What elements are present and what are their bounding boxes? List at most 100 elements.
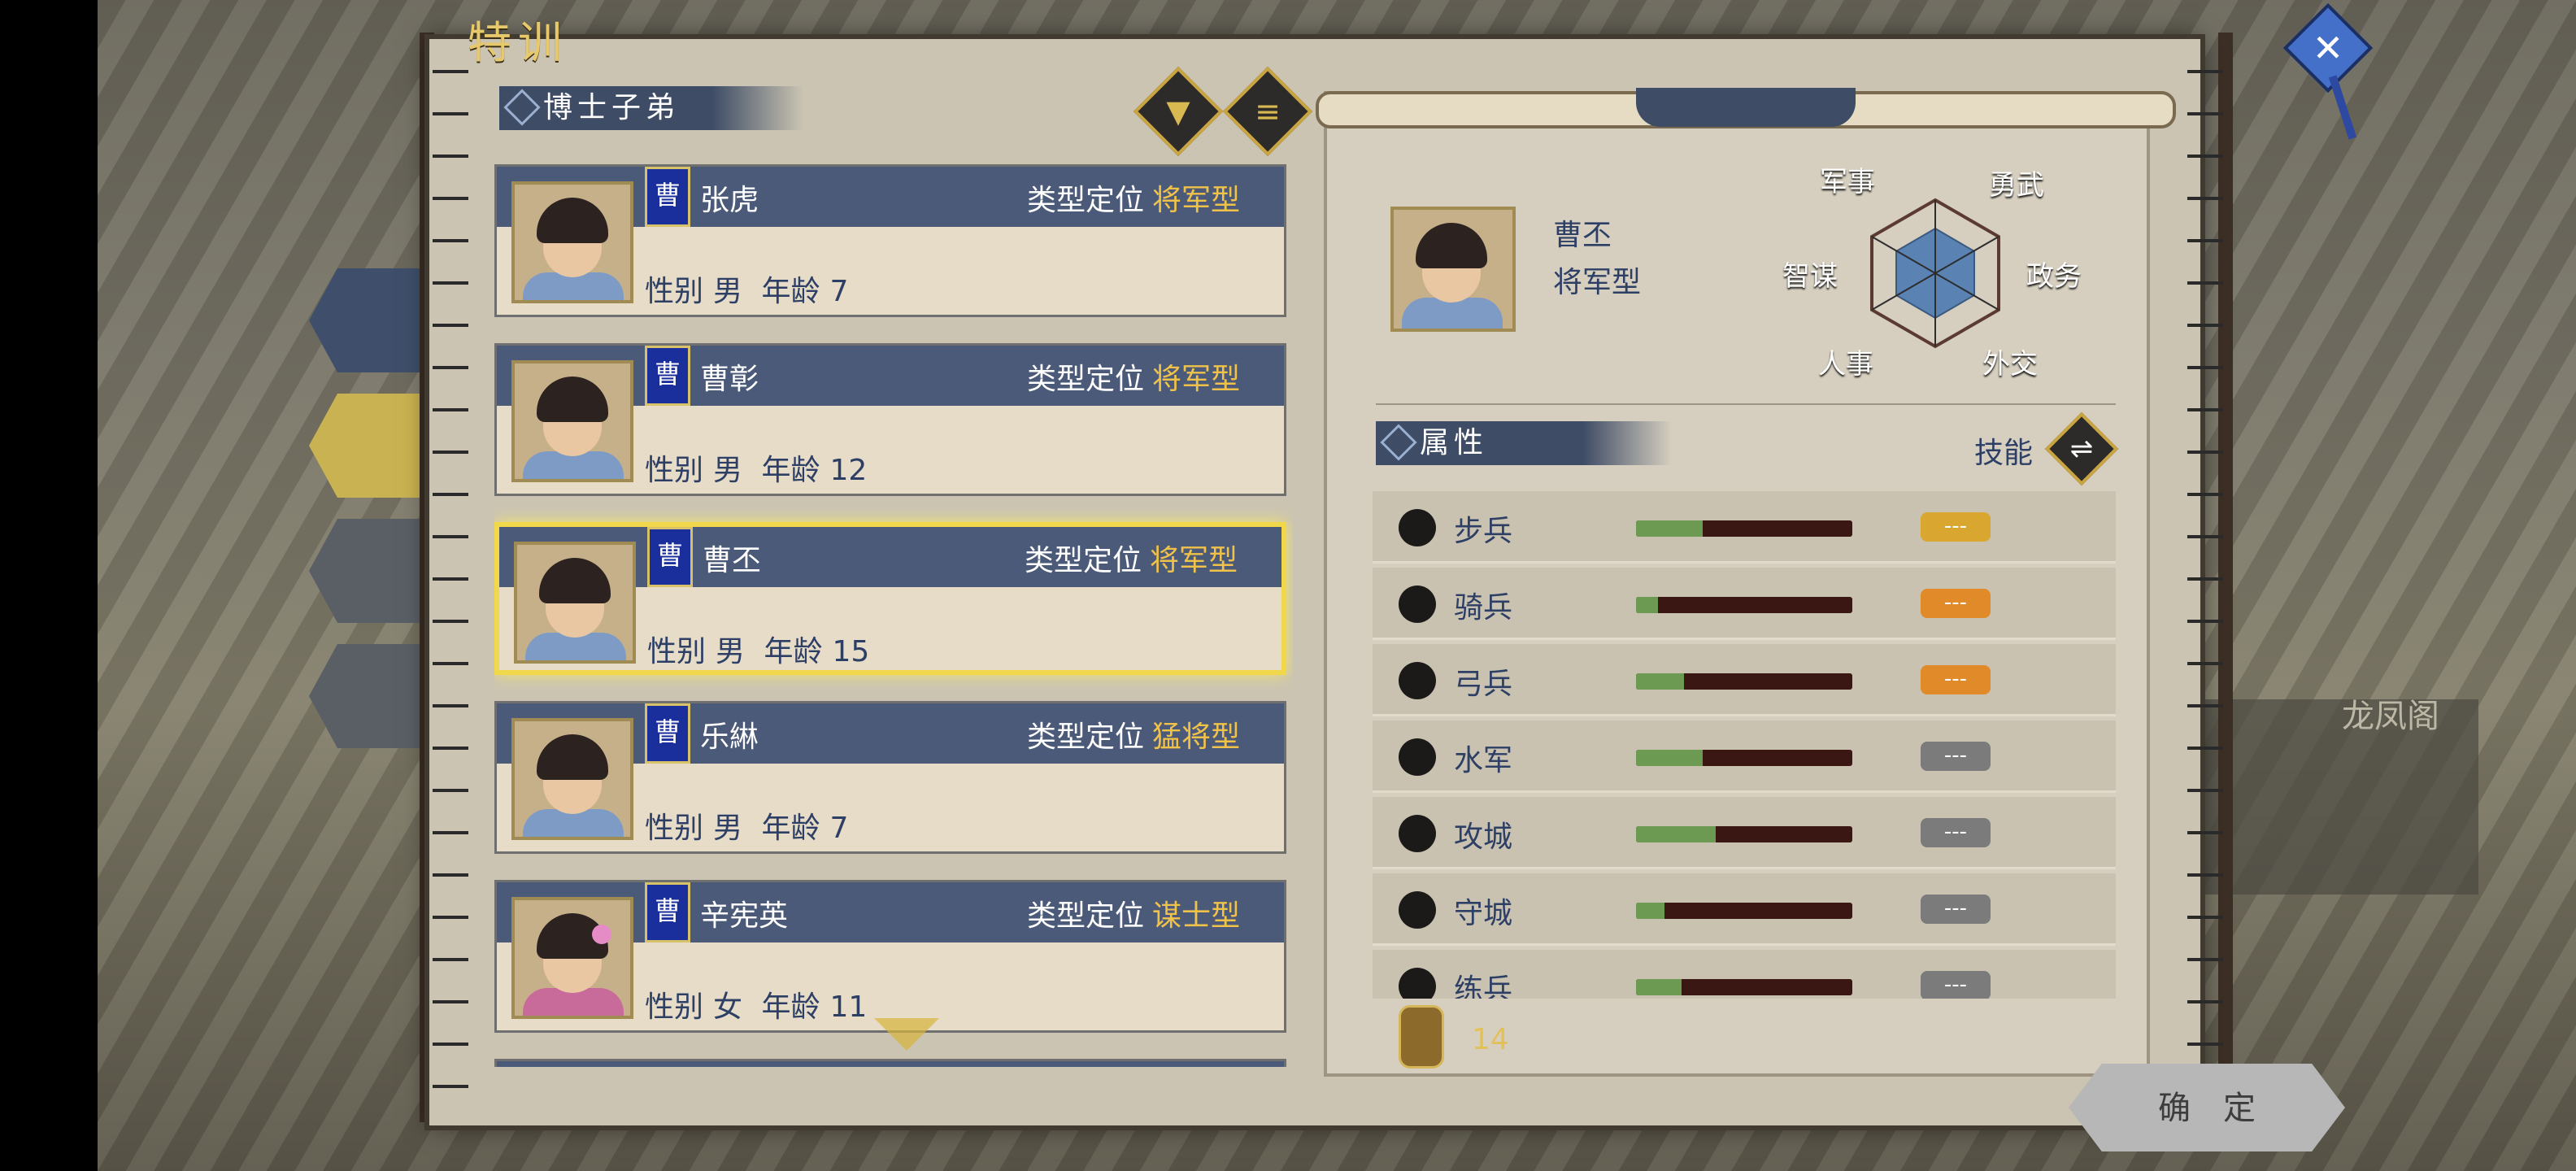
- student-card[interactable]: 曹 曹彰 类型定位 将军型 性别男 年龄 12: [494, 343, 1286, 496]
- attribute-row[interactable]: 水军 ---: [1373, 720, 2116, 793]
- attribute-grade: ---: [1921, 895, 1991, 924]
- scroll-down-arrow-icon[interactable]: [874, 1018, 939, 1051]
- attributes-title: 属性: [1420, 426, 1489, 459]
- attribute-bar-fill: [1636, 903, 1664, 919]
- student-name: 乐綝: [700, 720, 759, 754]
- confirm-button[interactable]: 确定: [2069, 1064, 2345, 1151]
- scroll-knob: [1636, 88, 1856, 127]
- panel-lacing-left: [433, 49, 468, 1106]
- background-tab: [309, 519, 423, 623]
- swap-icon: ⇌: [2069, 433, 2094, 465]
- attribute-dot-icon: [1399, 968, 1436, 999]
- section-title: 博士子弟: [543, 91, 681, 124]
- attribute-row[interactable]: 步兵 ---: [1373, 491, 2116, 564]
- attribute-name: 步兵: [1454, 515, 1513, 548]
- student-portrait: [514, 542, 636, 664]
- attribute-dot-icon: [1399, 891, 1436, 929]
- student-info: 性别男 年龄 15: [647, 635, 870, 668]
- attribute-grade: ---: [1921, 512, 1991, 542]
- divider: [1376, 403, 2116, 405]
- page-title: 特训: [468, 17, 568, 68]
- attribute-bar: [1636, 826, 1852, 842]
- token-icon: [1399, 1005, 1444, 1069]
- attribute-grade: ---: [1921, 742, 1991, 771]
- student-info: 性别男 年龄 7: [645, 812, 849, 845]
- attribute-grade: ---: [1921, 665, 1991, 694]
- student-name: 辛宪英: [700, 899, 789, 933]
- radar-chart: [1870, 198, 2000, 349]
- student-card-partial[interactable]: [494, 1059, 1286, 1067]
- attribute-dot-icon: [1399, 815, 1436, 852]
- radar-label: 智谋: [1782, 260, 1838, 293]
- radar-label: 军事: [1820, 166, 1875, 198]
- attribute-row[interactable]: 骑兵 ---: [1373, 568, 2116, 640]
- radar-label: 勇武: [1989, 169, 2044, 202]
- student-type: 类型定位 将军型: [1024, 544, 1238, 577]
- attribute-dot-icon: [1399, 738, 1436, 776]
- radar-label: 政务: [2026, 260, 2082, 293]
- student-type: 类型定位 将军型: [1026, 363, 1240, 396]
- attribute-row[interactable]: 弓兵 ---: [1373, 644, 2116, 716]
- attribute-bar-fill: [1636, 826, 1717, 842]
- student-type: 类型定位 将军型: [1026, 184, 1240, 217]
- student-name: 张虎: [700, 184, 759, 217]
- attribute-grade: ---: [1921, 589, 1991, 618]
- attribute-grade: ---: [1921, 818, 1991, 847]
- attribute-name: 骑兵: [1454, 591, 1513, 625]
- attributes-header: 属性: [1376, 421, 1672, 465]
- filter-icon: ▼: [1166, 94, 1190, 129]
- attribute-row[interactable]: 攻城 ---: [1373, 797, 2116, 869]
- attribute-dot-icon: [1399, 586, 1436, 623]
- student-card[interactable]: 曹 张虎 类型定位 将军型 性别男 年龄 7: [494, 164, 1286, 317]
- attribute-list: 步兵 --- 骑兵 --- 弓兵 --- 水军 --- 攻城 --- 守城 --- 练兵 ---: [1373, 491, 2116, 999]
- student-portrait: [511, 181, 633, 303]
- student-card[interactable]: 曹 辛宪英 类型定位 谋士型 性别女 年龄 11: [494, 880, 1286, 1033]
- card-header: [497, 1061, 1284, 1067]
- diamond-icon: [1380, 424, 1417, 461]
- family-tag: 曹: [645, 346, 690, 406]
- scroll-rod: [1316, 88, 2176, 128]
- attribute-bar-fill: [1636, 979, 1682, 995]
- selected-hero-type: 将军型: [1553, 266, 1642, 299]
- selected-hero-portrait: [1390, 207, 1516, 332]
- attribute-row[interactable]: 守城 ---: [1373, 873, 2116, 946]
- student-name: 曹丕: [703, 544, 762, 577]
- radar-label: 外交: [1982, 348, 2038, 381]
- attribute-bar-fill: [1636, 673, 1684, 690]
- close-icon: ✕: [2312, 26, 2344, 70]
- list-icon: ≡: [1255, 94, 1281, 129]
- student-list: 曹 张虎 类型定位 将军型 性别男 年龄 7 曹 曹彰 类型定位 将军型 性别男 年龄…: [494, 164, 1293, 1067]
- student-type: 类型定位 猛将型: [1026, 720, 1240, 754]
- student-card[interactable]: 曹 乐綝 类型定位 猛将型 性别男 年龄 7: [494, 701, 1286, 854]
- attribute-bar: [1636, 750, 1852, 766]
- student-name: 曹彰: [700, 363, 759, 396]
- selected-hero-name: 曹丕: [1553, 219, 1612, 252]
- attribute-bar-fill: [1636, 597, 1658, 613]
- student-type: 类型定位 谋士型: [1026, 899, 1240, 933]
- attribute-name: 弓兵: [1454, 668, 1513, 701]
- attribute-name: 攻城: [1454, 821, 1513, 854]
- student-portrait: [511, 360, 633, 482]
- skills-label: 技能: [1974, 437, 2034, 470]
- student-card-selected[interactable]: 曹 曹丕 类型定位 将军型 性别男 年龄 15: [494, 522, 1286, 675]
- family-tag: 曹: [645, 167, 690, 227]
- attribute-dot-icon: [1399, 662, 1436, 699]
- left-background-tabs: [309, 268, 423, 769]
- radar-label: 人事: [1818, 348, 1873, 381]
- student-portrait: [511, 718, 633, 840]
- attribute-bar: [1636, 979, 1852, 995]
- section-header: 博士子弟: [499, 86, 803, 130]
- attribute-row[interactable]: 练兵 ---: [1373, 950, 2116, 999]
- attribute-bar: [1636, 673, 1852, 690]
- attribute-name: 守城: [1454, 897, 1513, 930]
- attribute-name: 练兵: [1454, 973, 1513, 999]
- student-portrait: [511, 897, 633, 1019]
- attribute-bar: [1636, 903, 1852, 919]
- attribute-bar-fill: [1636, 750, 1704, 766]
- attribute-dot-icon: [1399, 509, 1436, 546]
- token-count: 14: [1472, 1023, 1509, 1056]
- attribute-bar-fill: [1636, 520, 1704, 537]
- panel-lacing-right: [2187, 49, 2223, 1106]
- family-tag: 曹: [645, 882, 690, 942]
- family-tag: 曹: [645, 703, 690, 764]
